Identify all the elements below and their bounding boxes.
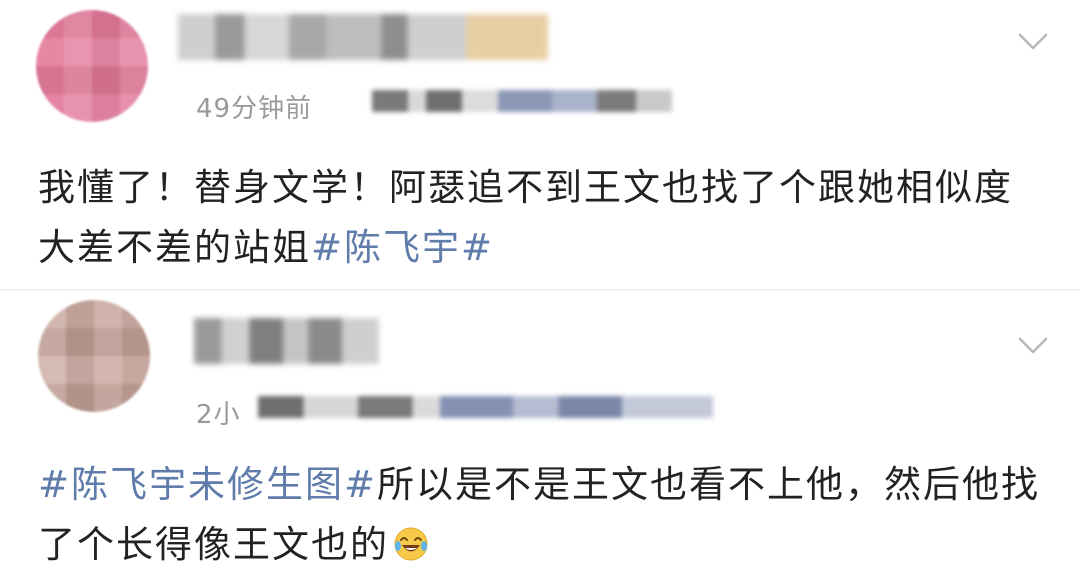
chevron-down-icon[interactable] [1016, 328, 1050, 362]
username-redacted[interactable] [194, 318, 379, 364]
comment-text: 我懂了！替身文学！阿瑟追不到王文也找了个跟她相似度大差不差的站姐#陈飞宇# [38, 158, 1048, 278]
meta-redacted [258, 396, 713, 418]
meta-redacted [372, 90, 672, 112]
chevron-down-icon[interactable] [1016, 24, 1050, 58]
username-redacted[interactable] [178, 14, 548, 60]
hashtag-link[interactable]: #陈飞宇未修生图# [38, 463, 377, 506]
comment-timestamp: 49分钟前 [196, 94, 313, 124]
comment-text: #陈飞宇未修生图#所以是不是王文也看不上他，然后他找了个长得像王文也的 [38, 455, 1048, 575]
comment-card: 2小 #陈飞宇未修生图#所以是不是王文也看不上他，然后他找了个长得像王文也的 [0, 290, 1080, 587]
avatar[interactable] [36, 10, 148, 122]
comment-body: 我懂了！替身文学！阿瑟追不到王文也找了个跟她相似度大差不差的站姐 [38, 166, 1013, 269]
comment-timestamp: 2小 [196, 400, 241, 430]
comment-card: 49分钟前 我懂了！替身文学！阿瑟追不到王文也找了个跟她相似度大差不差的站姐#陈… [0, 0, 1080, 290]
hashtag-link[interactable]: #陈飞宇# [311, 226, 494, 269]
laughing-tears-emoji-icon [393, 526, 429, 562]
avatar[interactable] [38, 300, 150, 412]
